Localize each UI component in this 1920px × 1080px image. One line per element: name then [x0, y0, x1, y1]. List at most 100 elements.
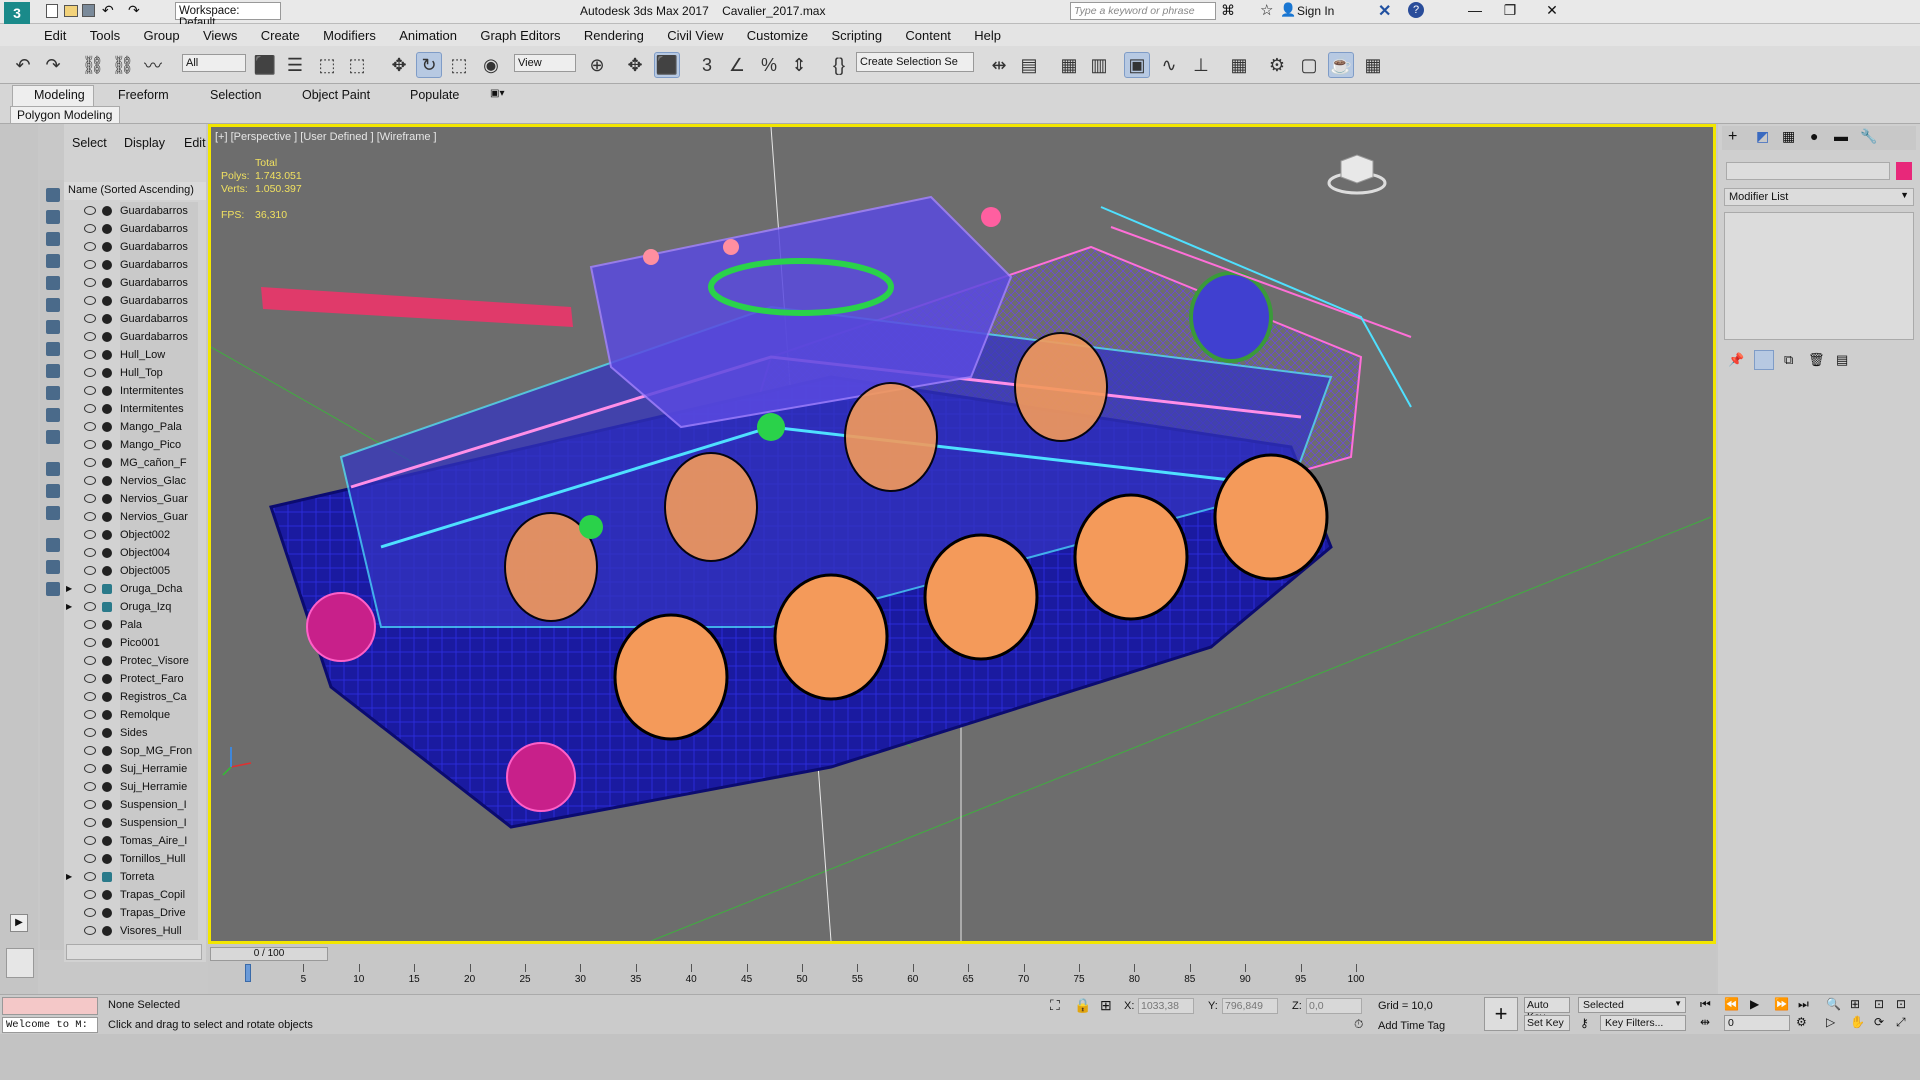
- move-icon[interactable]: ✥: [386, 52, 412, 78]
- scene-list-item[interactable]: Sop_MG_Fron: [64, 742, 206, 760]
- menu-help[interactable]: Help: [964, 24, 1011, 43]
- filter-cameras-icon[interactable]: [46, 254, 60, 268]
- tab-object-paint[interactable]: Object Paint: [302, 88, 370, 102]
- visibility-eye-icon[interactable]: [84, 584, 96, 593]
- user-icon[interactable]: 👤: [1280, 2, 1296, 18]
- display-all-icon[interactable]: [46, 462, 60, 476]
- scene-list-item[interactable]: Tomas_Aire_I: [64, 832, 206, 850]
- undo-icon[interactable]: ↶: [10, 52, 36, 78]
- schematic-view-icon[interactable]: ⊥: [1188, 52, 1214, 78]
- scene-list-item[interactable]: Guardabarros: [64, 328, 206, 346]
- visibility-eye-icon[interactable]: [84, 350, 96, 359]
- angle-snap-icon[interactable]: ∠: [724, 52, 750, 78]
- utilities-tab-icon[interactable]: 🔧: [1860, 128, 1877, 145]
- pin-stack-icon[interactable]: 📌: [1728, 352, 1744, 368]
- time-slider-handle[interactable]: [245, 964, 251, 982]
- unlink-icon[interactable]: ⛓: [110, 52, 136, 78]
- redo-icon[interactable]: ↷: [128, 2, 140, 19]
- scale-icon[interactable]: ⬚: [446, 52, 472, 78]
- percent-snap-icon[interactable]: %: [756, 52, 782, 78]
- scene-list-item[interactable]: Suspension_I: [64, 814, 206, 832]
- display-tab-icon[interactable]: ▬: [1834, 128, 1848, 144]
- time-config-icon[interactable]: ⚙: [1796, 1015, 1807, 1029]
- menu-views[interactable]: Views: [193, 24, 247, 43]
- menu-rendering[interactable]: Rendering: [574, 24, 654, 43]
- visibility-eye-icon[interactable]: [84, 548, 96, 557]
- configure-modifier-sets-icon[interactable]: ▤: [1836, 352, 1848, 368]
- scene-list-item[interactable]: Remolque: [64, 706, 206, 724]
- visibility-eye-icon[interactable]: [84, 440, 96, 449]
- ribbon-options-icon[interactable]: ▣▾: [490, 88, 504, 99]
- visibility-eye-icon[interactable]: [84, 656, 96, 665]
- visibility-eye-icon[interactable]: [84, 404, 96, 413]
- scene-list-item[interactable]: Guardabarros: [64, 256, 206, 274]
- save-file-icon[interactable]: [82, 4, 95, 17]
- scene-tab-select[interactable]: Select: [72, 136, 107, 150]
- lock-cell-icon[interactable]: [46, 582, 60, 596]
- keyboard-shortcut-icon[interactable]: ⬛: [654, 52, 680, 78]
- scene-tab-display[interactable]: Display: [124, 136, 165, 150]
- scene-list-item[interactable]: Hull_Top: [64, 364, 206, 382]
- pan-view-icon[interactable]: ✋: [1850, 1015, 1865, 1029]
- filter-shapes-icon[interactable]: [46, 210, 60, 224]
- time-slider[interactable]: 0 / 100: [210, 947, 328, 961]
- filter-lights-icon[interactable]: [46, 232, 60, 246]
- menu-create[interactable]: Create: [251, 24, 310, 43]
- scene-list-item[interactable]: Guardabarros: [64, 220, 206, 238]
- motion-tab-icon[interactable]: ●: [1810, 128, 1818, 144]
- menu-customize[interactable]: Customize: [737, 24, 818, 43]
- ribbon-toggle-icon[interactable]: ▣: [1124, 52, 1150, 78]
- expand-arrow-icon[interactable]: ▶: [66, 868, 72, 886]
- selection-set-dropdown[interactable]: Create Selection Se: [856, 52, 974, 72]
- tab-freeform[interactable]: Freeform: [118, 88, 169, 102]
- menu-civil-view[interactable]: Civil View: [657, 24, 733, 43]
- expand-arrow-icon[interactable]: ▶: [66, 598, 72, 616]
- visibility-eye-icon[interactable]: [84, 530, 96, 539]
- viewport-label[interactable]: [+] [Perspective ] [User Defined ] [Wire…: [215, 131, 437, 143]
- orbit-icon[interactable]: ⟳: [1874, 1015, 1884, 1029]
- menu-animation[interactable]: Animation: [389, 24, 467, 43]
- sign-in-link[interactable]: Sign In: [1297, 4, 1334, 18]
- visibility-eye-icon[interactable]: [84, 278, 96, 287]
- scene-list-item[interactable]: Sides: [64, 724, 206, 742]
- maximize-button[interactable]: ❐: [1490, 2, 1530, 19]
- maximize-viewport-icon[interactable]: ⤢: [1896, 1015, 1906, 1030]
- workspace-dropdown[interactable]: Workspace: Default: [175, 2, 281, 29]
- key-mode-dropdown[interactable]: Selected ▼: [1578, 997, 1686, 1013]
- set-key-plus-icon[interactable]: +: [1484, 997, 1518, 1031]
- menu-graph-editors[interactable]: Graph Editors: [470, 24, 570, 43]
- visibility-eye-icon[interactable]: [84, 332, 96, 341]
- visibility-eye-icon[interactable]: [84, 476, 96, 485]
- filter-hidden-icon[interactable]: [46, 430, 60, 444]
- scene-list-item[interactable]: Object002: [64, 526, 206, 544]
- menu-scripting[interactable]: Scripting: [821, 24, 892, 43]
- current-frame-field[interactable]: 0: [1724, 1015, 1790, 1031]
- close-button[interactable]: ✕: [1532, 2, 1572, 19]
- binoculars-icon[interactable]: ⌘: [1221, 2, 1235, 19]
- field-of-view-icon[interactable]: ▷: [1826, 1015, 1835, 1029]
- filter-containers-icon[interactable]: [46, 386, 60, 400]
- scene-list-item[interactable]: Tornillos_Hull: [64, 850, 206, 868]
- visibility-eye-icon[interactable]: [84, 620, 96, 629]
- maxscript-listener-pink[interactable]: [2, 997, 98, 1015]
- visibility-eye-icon[interactable]: [84, 800, 96, 809]
- tab-modeling[interactable]: Modeling: [34, 88, 85, 102]
- rect-selection-icon[interactable]: ⬚: [314, 52, 340, 78]
- undo-icon[interactable]: ↶: [102, 2, 114, 19]
- minimize-button[interactable]: —: [1455, 2, 1495, 18]
- visibility-eye-icon[interactable]: [84, 566, 96, 575]
- scene-list-item[interactable]: Pala: [64, 616, 206, 634]
- y-coordinate-field[interactable]: 796,849: [1222, 998, 1278, 1014]
- go-to-start-icon[interactable]: ⏮: [1700, 997, 1711, 1012]
- display-none-icon[interactable]: [46, 484, 60, 498]
- menu-modifiers[interactable]: Modifiers: [313, 24, 386, 43]
- modifier-stack[interactable]: [1724, 212, 1914, 340]
- scene-tab-edit[interactable]: Edit: [184, 136, 206, 150]
- scene-list-item[interactable]: Suj_Herramie: [64, 778, 206, 796]
- scene-list-item[interactable]: MG_cañon_F: [64, 454, 206, 472]
- select-object-icon[interactable]: ⬛: [252, 52, 278, 78]
- render-frame-icon[interactable]: ▢: [1296, 52, 1322, 78]
- scene-list-item[interactable]: Guardabarros: [64, 202, 206, 220]
- help-icon[interactable]: ?: [1408, 2, 1424, 18]
- spinner-snap-icon[interactable]: ⇕: [786, 52, 812, 78]
